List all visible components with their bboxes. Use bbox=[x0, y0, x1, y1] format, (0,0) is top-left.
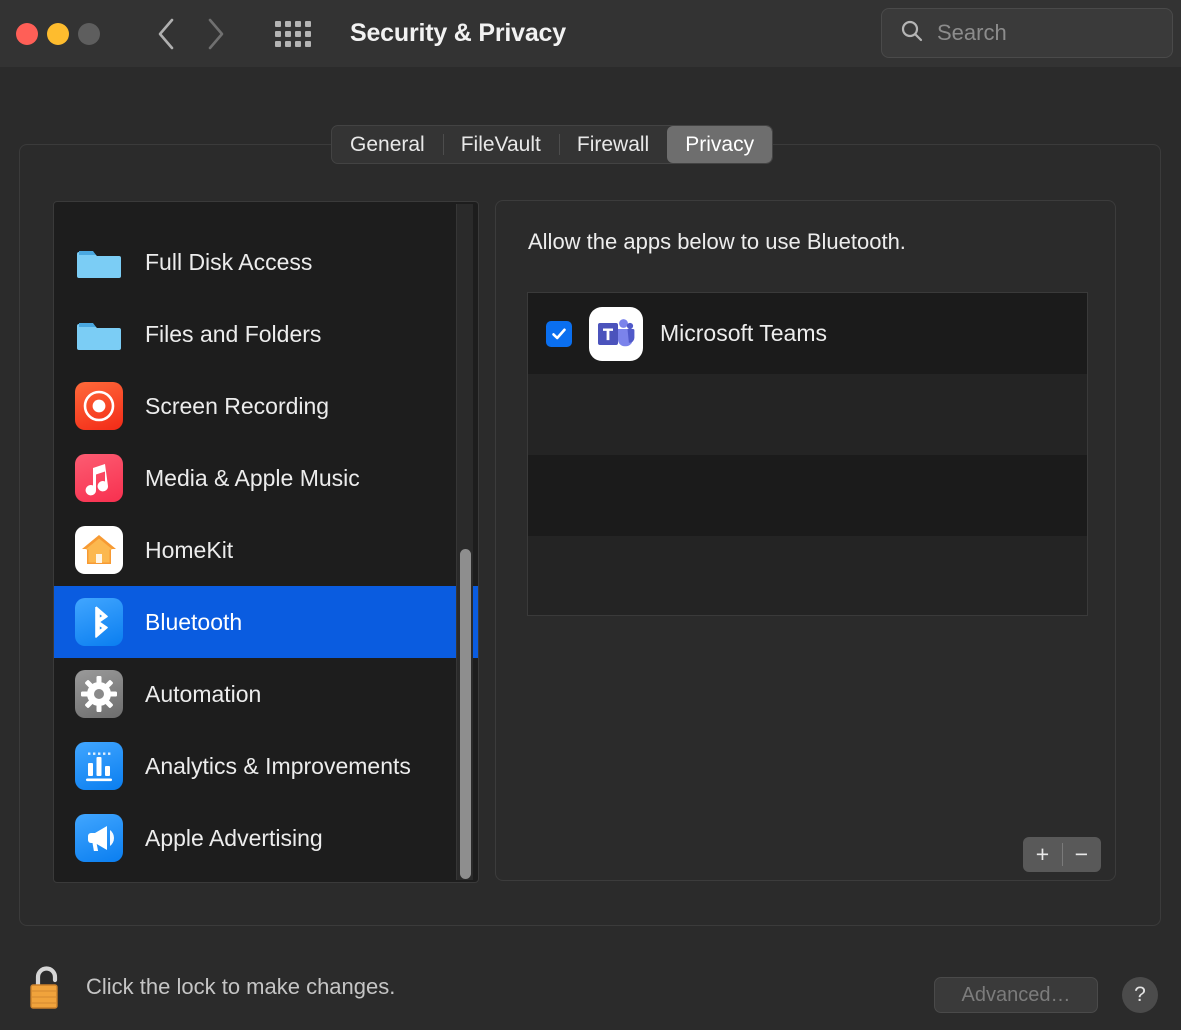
megaphone-icon bbox=[75, 814, 123, 862]
sidebar-item-homekit[interactable]: HomeKit bbox=[54, 514, 478, 586]
sidebar-item-label: Apple Advertising bbox=[145, 825, 323, 852]
window-titlebar: Security & Privacy bbox=[0, 0, 1181, 67]
lock-control[interactable]: Click the lock to make changes. bbox=[26, 962, 395, 1012]
search-input[interactable] bbox=[937, 20, 1137, 46]
app-name-label: Microsoft Teams bbox=[660, 320, 827, 347]
sidebar-scrollbar-track[interactable] bbox=[456, 204, 473, 880]
search-icon bbox=[900, 19, 924, 48]
table-row-empty bbox=[528, 536, 1087, 616]
sidebar-item-label: Bluetooth bbox=[145, 609, 242, 636]
tab-firewall[interactable]: Firewall bbox=[559, 126, 667, 163]
privacy-service-sidebar: Full Disk Access Files and Folders bbox=[53, 201, 479, 883]
sidebar-item-label: Full Disk Access bbox=[145, 249, 312, 276]
sidebar-scrollbar-thumb[interactable] bbox=[460, 549, 471, 879]
folder-icon bbox=[75, 310, 123, 358]
bluetooth-icon bbox=[75, 598, 123, 646]
panel-description: Allow the apps below to use Bluetooth. bbox=[528, 229, 906, 255]
music-note-icon bbox=[75, 454, 123, 502]
add-remove-segmented-control: + − bbox=[1023, 837, 1101, 872]
back-chevron-left-icon[interactable] bbox=[155, 16, 177, 52]
app-allow-checkbox[interactable] bbox=[546, 321, 572, 347]
sidebar-item-label: Analytics & Improvements bbox=[145, 753, 411, 780]
sidebar-item-analytics-improvements[interactable]: Analytics & Improvements bbox=[54, 730, 478, 802]
folder-icon bbox=[75, 238, 123, 286]
tab-general[interactable]: General bbox=[332, 126, 443, 163]
sidebar-item-files-and-folders[interactable]: Files and Folders bbox=[54, 298, 478, 370]
help-button[interactable]: ? bbox=[1122, 977, 1158, 1013]
unlocked-padlock-icon[interactable] bbox=[26, 962, 68, 1012]
system-preferences-window: Security & Privacy General FileVault Fir… bbox=[0, 0, 1181, 1030]
tab-bar: General FileVault Firewall Privacy bbox=[331, 125, 773, 164]
remove-app-button[interactable]: − bbox=[1062, 837, 1101, 872]
bar-chart-icon bbox=[75, 742, 123, 790]
bluetooth-apps-panel: Allow the apps below to use Bluetooth. bbox=[495, 200, 1116, 881]
record-icon bbox=[75, 382, 123, 430]
sidebar-scroll-area: Full Disk Access Files and Folders bbox=[54, 202, 478, 882]
tab-privacy[interactable]: Privacy bbox=[667, 126, 772, 163]
sidebar-item-automation[interactable]: Automation bbox=[54, 658, 478, 730]
sidebar-item-label: HomeKit bbox=[145, 537, 233, 564]
forward-chevron-right-icon[interactable] bbox=[205, 16, 227, 52]
zoom-window-button[interactable] bbox=[78, 23, 100, 45]
navigation-arrows bbox=[155, 16, 227, 52]
sidebar-item-label: Automation bbox=[145, 681, 261, 708]
page-title: Security & Privacy bbox=[350, 19, 566, 48]
show-all-grid-icon[interactable] bbox=[275, 21, 311, 47]
sidebar-item-bluetooth[interactable]: Bluetooth bbox=[54, 586, 478, 658]
tab-filevault[interactable]: FileVault bbox=[443, 126, 559, 163]
sidebar-item-apple-advertising[interactable]: Apple Advertising bbox=[54, 802, 478, 874]
add-app-button[interactable]: + bbox=[1023, 837, 1062, 872]
search-field[interactable] bbox=[881, 8, 1173, 58]
allowed-apps-list: Microsoft Teams bbox=[527, 292, 1088, 616]
sidebar-item-full-disk-access[interactable]: Full Disk Access bbox=[54, 226, 478, 298]
gear-icon bbox=[75, 670, 123, 718]
table-row[interactable]: Microsoft Teams bbox=[528, 293, 1087, 374]
sidebar-item-label: Screen Recording bbox=[145, 393, 329, 420]
sidebar-item-media-apple-music[interactable]: Media & Apple Music bbox=[54, 442, 478, 514]
advanced-button[interactable]: Advanced… bbox=[934, 977, 1098, 1013]
sidebar-item-label: Files and Folders bbox=[145, 321, 321, 348]
sidebar-item-screen-recording[interactable]: Screen Recording bbox=[54, 370, 478, 442]
minimize-window-button[interactable] bbox=[47, 23, 69, 45]
traffic-light-group bbox=[16, 23, 100, 45]
lock-status-label: Click the lock to make changes. bbox=[86, 974, 395, 1000]
table-row-empty bbox=[528, 374, 1087, 455]
close-window-button[interactable] bbox=[16, 23, 38, 45]
sidebar-item-label: Media & Apple Music bbox=[145, 465, 360, 492]
home-icon bbox=[75, 526, 123, 574]
table-row-empty bbox=[528, 455, 1087, 536]
microsoft-teams-icon bbox=[589, 307, 643, 361]
